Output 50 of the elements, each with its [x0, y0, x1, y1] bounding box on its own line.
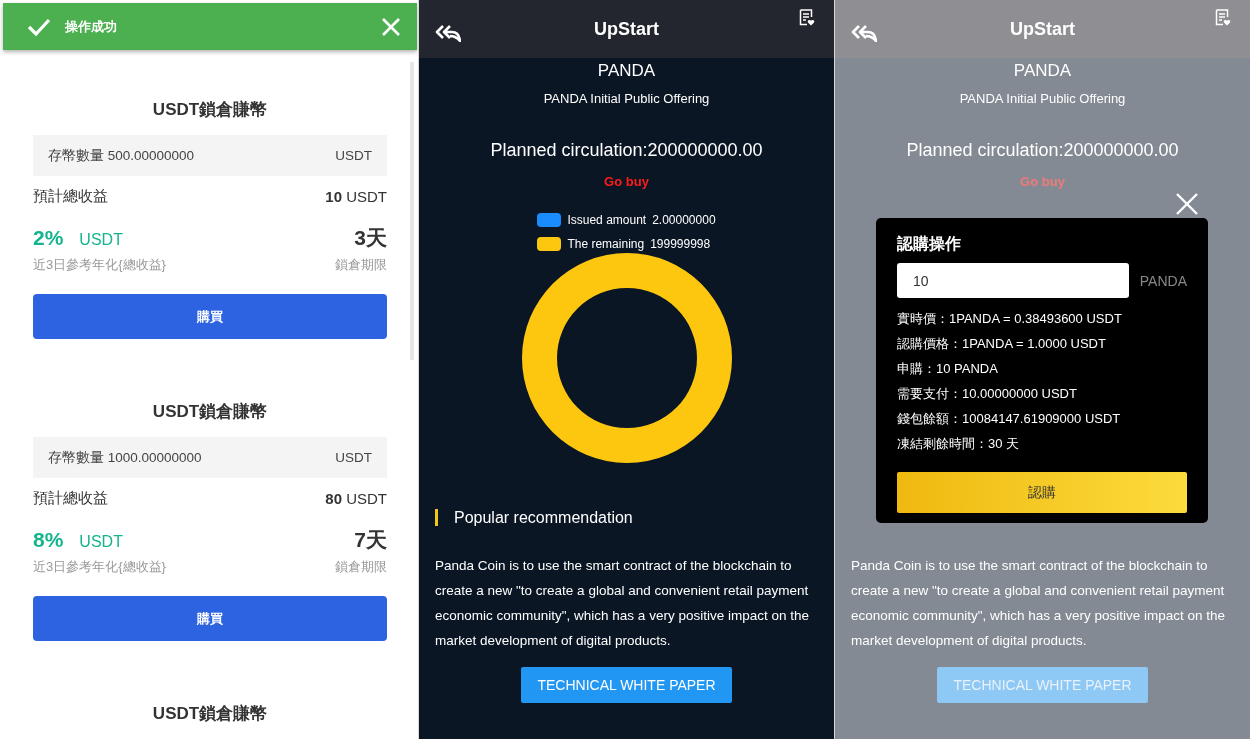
amount-unit: PANDA	[1139, 272, 1187, 289]
profit-value: 10 USDT	[325, 188, 387, 205]
lock-caption: 鎖倉期限	[335, 558, 387, 576]
description-text: Panda Coin is to use the smart contract of the blockchain to create a new "to create a global and convenient retail payment economic community", which has a very positive impact on the market development of digital products.	[851, 557, 1226, 650]
offering-subtitle: PANDA Initial Public Offering	[543, 91, 710, 106]
rate-value: 8%	[33, 528, 64, 552]
profit-label: 預計總收益	[33, 489, 108, 508]
coin-name: PANDA	[1013, 61, 1072, 81]
offering-subtitle: PANDA Initial Public Offering	[959, 91, 1126, 106]
deposit-amount: 存幣數量 500.00000000	[48, 146, 195, 165]
dialog-info-line: 凍結剩餘時間：30 天	[897, 435, 1021, 453]
lock-days: 3天	[354, 224, 387, 252]
dialog-info-line: 需要支付：10.00000000 USDT	[897, 385, 1078, 403]
subscribe-button[interactable]: 認購	[897, 472, 1187, 513]
legend-value: 199999998	[650, 237, 711, 251]
amount-input[interactable]: 10	[897, 263, 1129, 298]
rate-caption: 近3日參考年化{總收益}	[33, 558, 166, 576]
legend-label: The remaining	[567, 237, 645, 251]
page-title: UpStart	[1010, 18, 1075, 40]
dialog-info-line: 認購價格：1PANDA = 1.0000 USDT	[897, 335, 1107, 353]
dialog-info-line: 錢包餘額：10084147.61909000 USDT	[897, 410, 1122, 428]
dialog-info-line: 實時價：1PANDA = 0.38493600 USDT	[897, 310, 1123, 328]
deposit-amount: 存幣數量 1000.00000000	[48, 448, 202, 467]
planned-circulation: Planned circulation:200000000.00	[906, 140, 1179, 161]
legend-label: Issued amount	[567, 213, 647, 227]
rate-unit: USDT	[79, 231, 123, 249]
technical-paper-button[interactable]: TECHNICAL WHITE PAPER	[521, 667, 732, 703]
profit-label: 預計總收益	[33, 187, 108, 206]
planned-circulation: Planned circulation:200000000.00	[490, 140, 763, 161]
dialog-info-line: 申購：10 PANDA	[897, 360, 999, 378]
toast-message: 操作成功	[65, 17, 118, 36]
lock-days: 7天	[354, 526, 387, 554]
buy-button[interactable]: 購買	[33, 596, 387, 641]
rate-caption: 近3日參考年化{總收益}	[33, 256, 166, 274]
product-title: USDT鎖倉賺幣	[151, 401, 269, 423]
deposit-unit: USDT	[335, 450, 372, 465]
go-buy-link[interactable]: Go buy	[604, 174, 649, 189]
product-title: USDT鎖倉賺幣	[151, 703, 269, 725]
dialog-title: 認購操作	[897, 234, 962, 254]
lock-caption: 鎖倉期限	[335, 256, 387, 274]
deposit-unit: USDT	[335, 148, 372, 163]
coin-name: PANDA	[597, 61, 656, 81]
page-title: UpStart	[594, 18, 659, 40]
rate-unit: USDT	[79, 533, 123, 551]
description-text: Panda Coin is to use the smart contract of the blockchain to create a new "to create a global and convenient retail payment economic community", which has a very positive impact on the market development of digital products.	[435, 557, 810, 650]
rate-value: 2%	[33, 226, 64, 250]
buy-button[interactable]: 購買	[33, 294, 387, 339]
legend-value: 2.00000000	[652, 213, 716, 227]
profit-value: 80 USDT	[325, 490, 387, 507]
product-title: USDT鎖倉賺幣	[151, 99, 269, 121]
